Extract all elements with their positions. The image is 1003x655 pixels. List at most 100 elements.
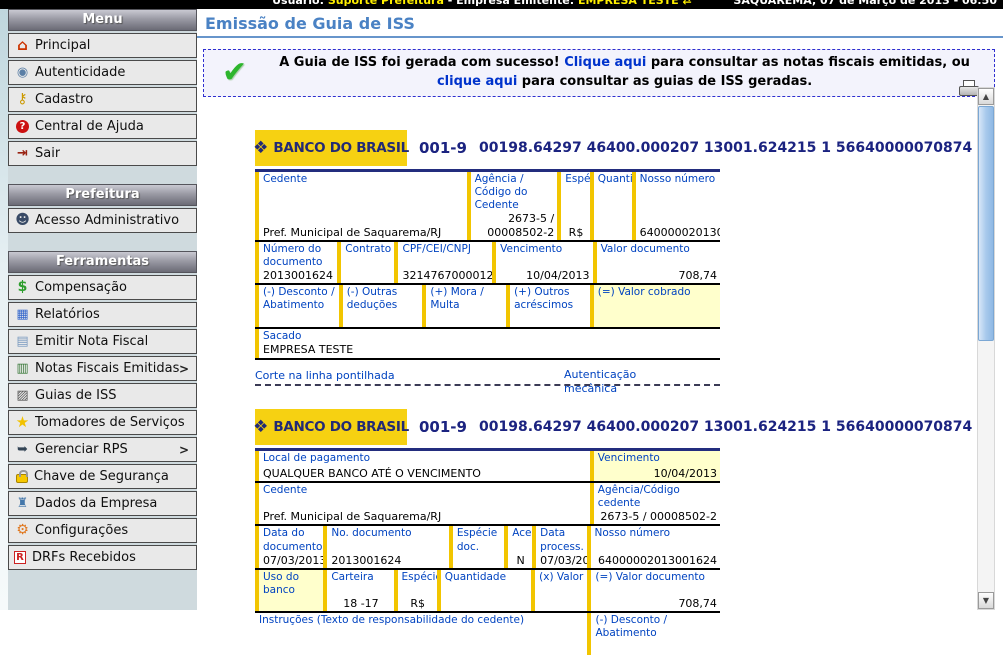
bank-logo-icon: ❖ bbox=[253, 138, 268, 158]
field-value bbox=[345, 269, 391, 282]
boleto-field: (x) Valor bbox=[531, 570, 587, 611]
field-value: 2013001624 bbox=[331, 554, 446, 567]
document-icon: ▤ bbox=[14, 335, 31, 348]
field-value: 2673-5 / 00008502-2 bbox=[598, 510, 717, 523]
boleto-field: Nosso número64000002013001624 bbox=[587, 526, 720, 567]
star-icon: ★ bbox=[14, 416, 31, 429]
help-icon: ? bbox=[16, 120, 29, 133]
scrollbar-thumb[interactable] bbox=[978, 106, 994, 341]
boleto-row: CedentePref. Municipal de Saquarema/RJAg… bbox=[255, 172, 720, 242]
boleto-field: Cedente Pref. Municipal de Saquarema/RJ bbox=[255, 483, 590, 524]
sidebar-item-chave-de-seguranca[interactable]: Chave de Segurança bbox=[8, 464, 197, 489]
sidebar-item-emitir-nota-fiscal[interactable]: ▤ Emitir Nota Fiscal bbox=[8, 329, 197, 354]
sidebar-section-ferramentas: $Compensação▦Relatórios ▤ Emitir Nota Fisc… bbox=[8, 275, 197, 570]
boleto-payment-slip: ❖ BANCO DO BRASIL 001-9 00198.64297 4640… bbox=[255, 407, 720, 655]
cut-line-section: Corte na linha pontilhada bbox=[255, 369, 720, 386]
boleto-field: CedentePref. Municipal de Saquarema/RJ bbox=[255, 172, 467, 240]
field-label: Vencimento bbox=[598, 452, 717, 465]
sidebar-item-label: Emitir Nota Fiscal bbox=[35, 334, 148, 349]
field-label: Cedente bbox=[263, 484, 587, 497]
sidebar-item-dados-da-empresa[interactable]: ♜Dados da Empresa bbox=[8, 491, 197, 516]
sidebar-item-central-de-ajuda[interactable]: ?Central de Ajuda bbox=[8, 114, 197, 139]
field-value bbox=[598, 226, 629, 239]
boleto-field: Data do documento07/03/2013 bbox=[255, 526, 323, 567]
field-value: QUALQUER BANCO ATÉ O VENCIMENTO bbox=[263, 467, 587, 480]
scroll-down-button[interactable]: ▼ bbox=[978, 592, 994, 609]
field-label: Espécie bbox=[565, 173, 587, 186]
boleto-bank-header: ❖ BANCO DO BRASIL 001-9 00198.64297 4640… bbox=[255, 128, 720, 168]
consult-invoices-link[interactable]: Clique aqui bbox=[564, 55, 646, 70]
field-value bbox=[539, 597, 584, 610]
boleto-field: (-) Desconto / Abatimento bbox=[587, 613, 720, 654]
sidebar-item-cadastro[interactable]: ⚷Cadastro bbox=[8, 87, 197, 112]
field-label: Nosso número bbox=[640, 173, 717, 186]
bank-name: BANCO DO BRASIL bbox=[273, 419, 408, 435]
sidebar-item-label: Gerenciar RPS bbox=[35, 442, 128, 457]
sidebar-item-drfs-recebidos[interactable]: RDRFs Recebidos bbox=[8, 545, 197, 570]
field-value: 07/03/2013 bbox=[263, 554, 320, 567]
field-label: Data process. bbox=[540, 527, 583, 553]
field-value: 10/04/2013 bbox=[500, 269, 589, 282]
printer-icon[interactable] bbox=[959, 80, 979, 98]
field-label: (+) Outros acréscimos bbox=[514, 286, 587, 312]
field-label: CPF/CEI/CNPJ bbox=[402, 243, 489, 256]
boleto-bank-header: ❖ BANCO DO BRASIL 001-9 00198.64297 4640… bbox=[255, 407, 720, 447]
emitter-label: Empresa Emitente: bbox=[456, 0, 574, 7]
success-text-1: A Guia de ISS foi gerada com sucesso! bbox=[279, 55, 564, 70]
field-label: Sacado bbox=[263, 330, 717, 343]
sidebar-item-label: Configurações bbox=[35, 523, 128, 538]
sidebar-item-relatorios[interactable]: ▦Relatórios bbox=[8, 302, 197, 327]
boleto-row: (-) Desconto / Abatimento (-) Outras ded… bbox=[255, 285, 720, 329]
field-value: 64000002013001624 bbox=[595, 554, 717, 567]
field-label: Cedente bbox=[263, 173, 464, 186]
bar-chart-icon: ▦ bbox=[14, 308, 31, 321]
field-label: Uso do banco bbox=[263, 571, 320, 597]
scroll-up-button[interactable]: ▲ bbox=[978, 88, 994, 105]
field-value: 32147670000121 bbox=[402, 269, 489, 282]
field-label: (-) Desconto / Abatimento bbox=[263, 286, 336, 312]
sidebar-item-configuracoes[interactable]: ⚙Configurações bbox=[8, 518, 197, 543]
sidebar-item-tomadores-de-servicos[interactable]: ★Tomadores de Serviços bbox=[8, 410, 197, 435]
sidebar-item-compensacao[interactable]: $Compensação bbox=[8, 275, 197, 300]
field-label: Data do documento bbox=[263, 527, 320, 553]
sidebar-item-principal[interactable]: ⌂ Principal bbox=[8, 33, 197, 58]
sidebar-item-guias-de-iss[interactable]: ▨Guias de ISS bbox=[8, 383, 197, 408]
user-label: Usuário: bbox=[272, 0, 324, 7]
guide-icon: ▨ bbox=[14, 389, 31, 402]
home-icon: ⌂ bbox=[14, 39, 31, 52]
sidebar-item-autenticidade[interactable]: ◉Autenticidade bbox=[8, 60, 197, 85]
bank-code: 001-9 bbox=[419, 139, 467, 157]
sidebar-item-gerenciar-rps[interactable]: ➥Gerenciar RPS> bbox=[8, 437, 197, 462]
switch-company-icon[interactable]: ⇄ bbox=[683, 0, 692, 7]
boleto-field: AceiteN bbox=[504, 526, 532, 567]
boleto-field: (-) Outras deduções bbox=[339, 285, 423, 327]
field-label: (=) Valor cobrado bbox=[598, 286, 717, 299]
vertical-scrollbar[interactable]: ▲ ▼ bbox=[977, 87, 995, 610]
manage-rps-icon: ➥ bbox=[14, 443, 31, 456]
boleto-field: Agência/Código cedente2673-5 / 00008502-… bbox=[590, 483, 720, 524]
lock-icon bbox=[16, 474, 28, 483]
sidebar-item-sair[interactable]: ⇥Sair bbox=[8, 141, 197, 166]
drf-icon: R bbox=[14, 551, 26, 564]
field-value bbox=[430, 313, 503, 326]
field-label: No. documento bbox=[331, 527, 446, 540]
field-value bbox=[259, 641, 584, 654]
field-label: (-) Desconto / Abatimento bbox=[595, 614, 717, 640]
field-label: (-) Outras deduções bbox=[347, 286, 420, 312]
success-text-2: para consultar as notas fiscais emitidas… bbox=[646, 55, 970, 70]
field-value: 18 -17 bbox=[331, 597, 390, 610]
boleto-field: Nosso número64000002013001624 bbox=[632, 172, 720, 240]
sidebar-item-acesso-administrativo[interactable]: ☻Acesso Administrativo bbox=[8, 208, 197, 233]
boleto-row: Uso do banco Carteira18 -17EspécieR$Quan… bbox=[255, 570, 720, 613]
sidebar: Menu ⌂Principal◉Autenticidade⚷Cadastro?C… bbox=[8, 9, 197, 610]
admin-user-icon: ☻ bbox=[14, 214, 31, 227]
sidebar-item-label: Principal bbox=[35, 38, 90, 53]
success-check-icon: ✔ bbox=[222, 58, 247, 88]
submenu-arrow-icon: > bbox=[179, 362, 191, 376]
consult-iss-guides-link[interactable]: clique aqui bbox=[437, 74, 517, 89]
sidebar-item-notas-fiscais-emitidas[interactable]: ▥Notas Fiscais Emitidas> bbox=[8, 356, 197, 381]
field-value: R$ bbox=[565, 226, 587, 239]
boleto-row: Número do documento2013001624Contrato CP… bbox=[255, 242, 720, 285]
sidebar-header-menu: Menu bbox=[8, 9, 197, 31]
field-value: Pref. Municipal de Saquarema/RJ bbox=[263, 510, 587, 523]
